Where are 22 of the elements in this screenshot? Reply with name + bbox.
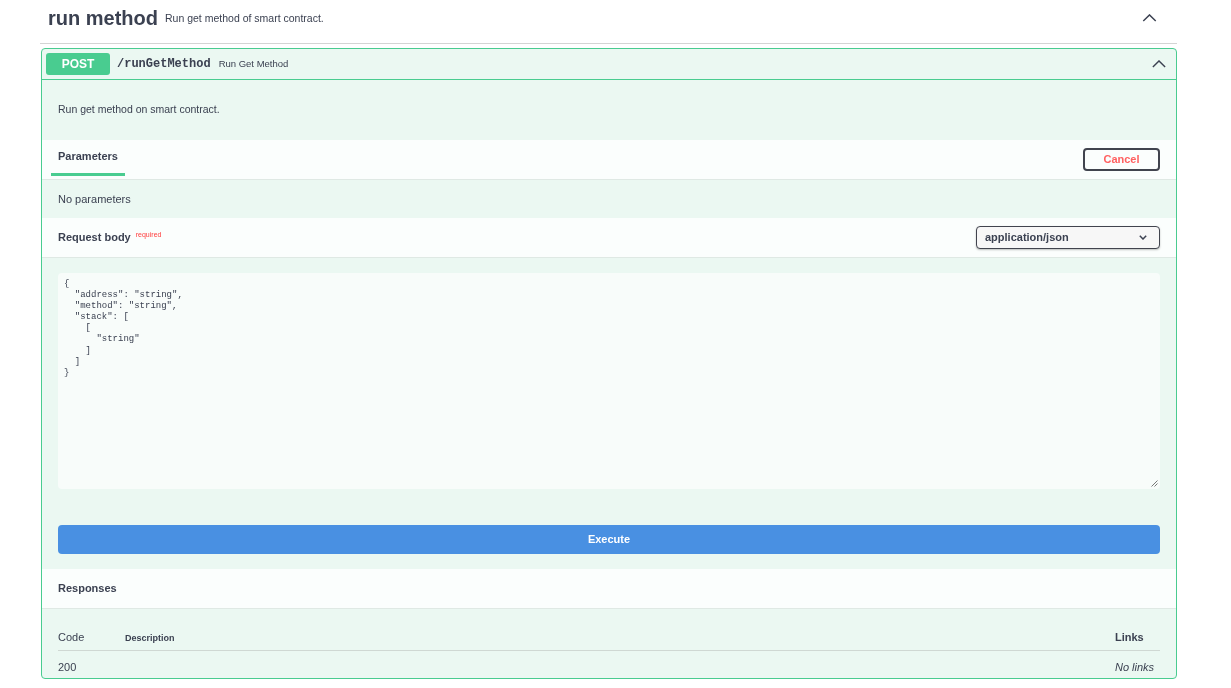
resize-handle-icon[interactable] <box>1151 480 1158 487</box>
response-links: No links <box>1115 661 1155 673</box>
chevron-down-icon <box>1139 235 1147 240</box>
column-header: Code <box>58 630 85 643</box>
endpoint-summary: Run Get Method <box>218 56 289 71</box>
chevron-up-icon[interactable] <box>1142 14 1157 22</box>
request-body-json: { "address": "string", "method": "string", "stack": [ [ "string" ] ] } <box>64 279 184 379</box>
method-badge: POST <box>46 53 110 75</box>
chevron-up-icon[interactable] <box>1152 60 1166 68</box>
endpoint-path: /runGetMethod <box>117 56 211 73</box>
request-body-label: Request body <box>58 230 131 246</box>
no-parameters-text: No parameters <box>58 191 131 207</box>
parameters-tab[interactable]: Parameters <box>51 140 125 176</box>
responses-heading: Responses <box>58 581 117 597</box>
response-code: 200 <box>58 661 77 673</box>
section-description: Run get method of smart contract. <box>165 12 324 24</box>
request-body-field[interactable]: { "address": "string", "method": "string", "stack": [ [ "string" ] ] } <box>58 273 1160 489</box>
column-header: Links <box>1115 630 1144 643</box>
operation-description: Run get method on smart contract. <box>58 102 220 118</box>
section-title: run method <box>48 8 158 28</box>
column-header: Description <box>125 632 175 643</box>
content-type-select[interactable]: application/json <box>976 226 1160 249</box>
